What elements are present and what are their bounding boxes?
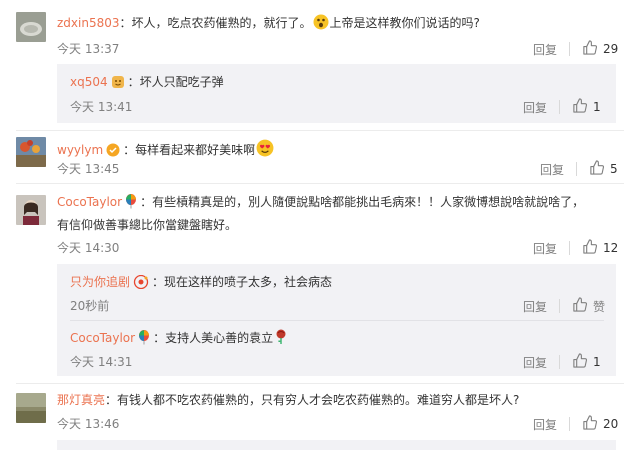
reply-text: 坏人只配吃子弹	[139, 75, 224, 89]
reply-username[interactable]: 只为你追剧	[70, 275, 130, 289]
heart-eyes-emoji-icon	[256, 139, 274, 162]
like-count: 1	[593, 100, 601, 114]
reply-button[interactable]: 回复	[523, 354, 547, 371]
comment-text: 有钱人都不吃农药催熟的，只有穷人才会吃农药催熟的。难道穷人都是坏人?	[117, 393, 520, 407]
divider	[70, 320, 604, 321]
thumbs-up-icon[interactable]	[582, 415, 598, 433]
shocked-emoji-icon	[313, 14, 329, 35]
comment-text-continued: 有信仰做善事總比你當鍵盤瞎好。	[57, 218, 238, 232]
thumbs-up-icon[interactable]	[582, 239, 598, 257]
rainbow-balloon-badge-icon	[138, 330, 150, 350]
divider	[569, 241, 571, 255]
divider	[16, 383, 624, 384]
reply-button[interactable]: 回复	[523, 298, 547, 315]
reply-username[interactable]: xq504	[70, 75, 108, 89]
comment-time: 今天 13:45	[57, 162, 120, 176]
username[interactable]: zdxin5803	[57, 16, 120, 30]
comment-time: 今天 13:37	[57, 42, 120, 56]
username[interactable]: 那灯真亮	[57, 393, 105, 407]
reply-button[interactable]: 回复	[533, 41, 557, 58]
divider	[559, 100, 561, 114]
reply-button[interactable]: 回复	[533, 416, 557, 433]
avatar[interactable]	[16, 137, 46, 167]
like-count: 5	[610, 162, 618, 176]
like-count: 12	[603, 241, 619, 255]
divider	[559, 299, 561, 313]
avatar[interactable]	[16, 195, 46, 225]
username[interactable]: wyylym	[57, 143, 103, 157]
reply-button[interactable]: 回复	[533, 240, 557, 257]
avatar[interactable]	[16, 393, 46, 423]
rose-emoji-icon	[274, 329, 288, 350]
weibo-badge-icon	[133, 274, 149, 294]
like-count: 1	[593, 355, 601, 369]
comment-text: 有些槓精真是的，別人隨便說點啥都能挑出毛病來！！人家微博想說啥就說啥了，	[152, 195, 585, 209]
reply-username[interactable]: CocoTaylor	[70, 331, 135, 345]
username[interactable]: CocoTaylor	[57, 195, 122, 209]
divider	[559, 355, 561, 369]
thumbs-up-icon[interactable]	[572, 353, 588, 371]
reply-button[interactable]: 回复	[540, 161, 564, 178]
reply-text: 支持人美心善的袁立	[165, 331, 274, 345]
divider	[569, 417, 571, 431]
divider	[16, 183, 624, 184]
reply-time: 今天 14:31	[70, 355, 133, 369]
thumbs-up-icon[interactable]	[582, 40, 598, 58]
thumbs-up-icon[interactable]	[572, 98, 588, 116]
thumbs-up-icon[interactable]	[572, 297, 588, 315]
like-count: 20	[603, 417, 619, 431]
comment-time: 今天 13:46	[57, 417, 120, 431]
reply-button[interactable]: 回复	[523, 99, 547, 116]
comment-time: 今天 14:30	[57, 241, 120, 255]
reply-container	[57, 440, 616, 450]
like-label[interactable]: 赞	[593, 298, 605, 315]
comment-text: 每样看起来都好美味啊	[135, 143, 256, 157]
reply-time: 20秒前	[70, 299, 110, 313]
comment-text: 坏人，吃点农药催熟的，就行了。	[131, 16, 312, 30]
comment-text-continued: 上帝是这样教你们说话的吗?	[329, 16, 480, 30]
thumbs-up-icon[interactable]	[589, 160, 605, 178]
reply-text: 现在这样的喷子太多，社会病态	[164, 275, 333, 289]
vip-badge-icon	[111, 75, 125, 94]
reply-time: 今天 13:41	[70, 100, 133, 114]
like-count: 29	[603, 42, 619, 56]
rainbow-balloon-badge-icon	[125, 194, 137, 215]
divider	[569, 42, 571, 56]
avatar[interactable]	[16, 12, 46, 42]
divider	[576, 162, 578, 176]
divider	[16, 130, 624, 131]
